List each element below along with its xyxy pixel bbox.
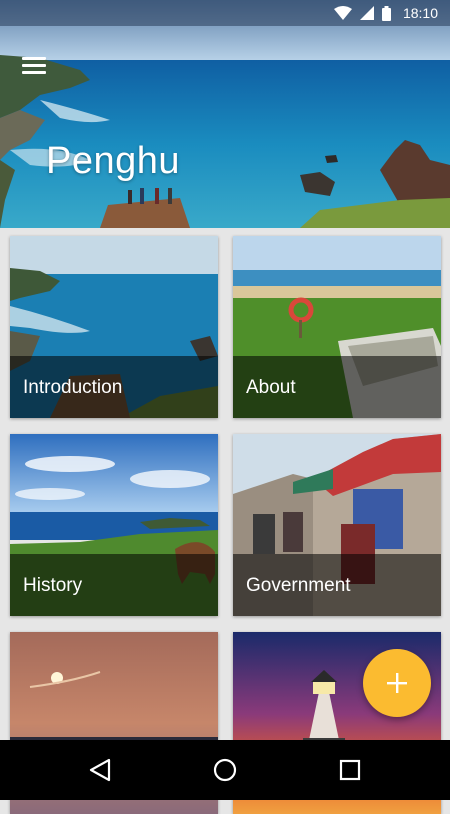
page-title: Penghu <box>46 140 181 182</box>
battery-icon <box>381 5 391 21</box>
header-hero: Penghu <box>0 0 450 228</box>
hero-image <box>0 0 450 228</box>
wifi-icon <box>333 6 352 20</box>
card-government[interactable]: Government <box>233 434 441 616</box>
add-fab-button[interactable] <box>363 649 431 717</box>
home-button[interactable] <box>207 752 243 788</box>
recents-button[interactable] <box>332 752 368 788</box>
card-history[interactable]: History <box>10 434 218 616</box>
back-icon <box>89 758 111 782</box>
plus-icon <box>387 673 407 693</box>
card-label: Introduction <box>23 377 123 398</box>
home-icon <box>213 758 237 782</box>
card-about[interactable]: About <box>233 236 441 418</box>
back-button[interactable] <box>82 752 118 788</box>
system-nav-bar <box>0 740 450 800</box>
status-time: 18:10 <box>402 5 438 21</box>
hamburger-menu-icon[interactable] <box>20 55 48 77</box>
recents-icon <box>339 759 361 781</box>
card-label: Government <box>246 575 351 596</box>
card-label: History <box>23 575 83 596</box>
signal-icon <box>359 6 374 20</box>
status-bar: 18:10 <box>0 0 450 26</box>
card-introduction[interactable]: Introduction <box>10 236 218 418</box>
card-label: About <box>246 377 296 398</box>
